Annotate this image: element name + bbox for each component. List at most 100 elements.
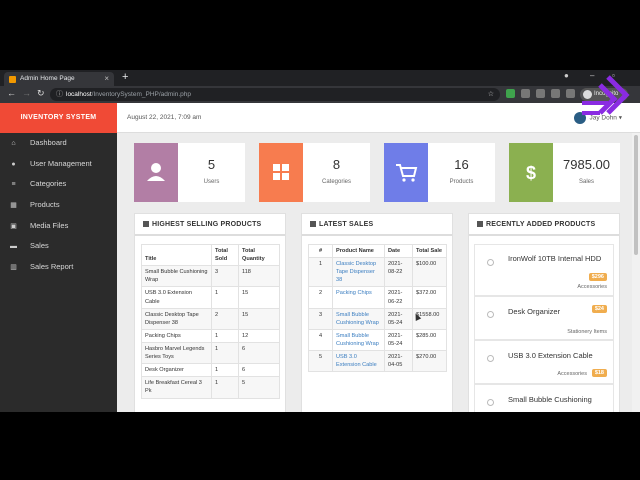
sidebar: INVENTORY SYSTEM ⌂ Dashboard ● User Mana…	[0, 103, 117, 412]
stat-icon-box	[259, 143, 303, 202]
col-number: #	[308, 243, 333, 259]
price-badge: $24	[591, 305, 607, 313]
cell: 1	[211, 341, 239, 365]
sidebar-item-categories[interactable]: ≡ Categories	[0, 174, 117, 195]
product-name: USB 3.0 Extension Cable	[508, 351, 593, 360]
bookmark-star-icon[interactable]: ☆	[488, 88, 494, 101]
cell: USB 3.0 Extension Cable	[141, 286, 212, 309]
bar-chart-icon: ▥	[10, 264, 17, 272]
cell: $100.00	[412, 257, 447, 288]
reload-icon[interactable]: ↻	[37, 88, 45, 99]
new-tab-button[interactable]: +	[122, 71, 128, 83]
product-link[interactable]: USB 3.0 Extension Cable	[332, 350, 385, 373]
extension-icon[interactable]	[551, 89, 560, 98]
table-row: Classic Desktop Tape Dispenser 38 2 15	[141, 307, 280, 330]
url-input[interactable]: ⓘ localhost/InventorySystem_PHP/admin.ph…	[50, 88, 500, 101]
cell: 1	[211, 328, 239, 343]
cell: Packing Chips	[141, 328, 212, 343]
table-wrap: Title Total Sold Total Quantity Small Bu…	[135, 236, 285, 399]
stat-value: 5	[207, 157, 216, 172]
minimize-icon[interactable]: ●	[564, 71, 569, 80]
product-thumbnail	[487, 259, 494, 266]
cart-icon	[396, 164, 418, 182]
table-row: 3 Small Bubble Cushioning Wrap 2021-05-24 $…	[308, 307, 447, 330]
stat-card-users[interactable]: 5 Users	[134, 143, 245, 202]
price-badge: $18	[591, 369, 607, 377]
stat-value: 16	[454, 157, 469, 172]
sidebar-item-sales[interactable]: ▬ Sales	[0, 236, 117, 257]
stat-card-products[interactable]: 16 Products	[384, 143, 495, 202]
sidebar-item-user-management[interactable]: ● User Management	[0, 154, 117, 175]
cell: 2021-04-05	[384, 350, 413, 373]
sidebar-item-media-files[interactable]: ▣ Media Files	[0, 216, 117, 237]
extension-icon[interactable]	[536, 89, 545, 98]
tab-close-icon[interactable]: ×	[104, 72, 109, 86]
cell: 1	[211, 376, 239, 399]
svg-text:$: $	[526, 163, 536, 183]
product-link[interactable]: Classic Desktop Tape Dispenser 38	[332, 257, 385, 288]
product-link[interactable]: Small Bubble Cushioning Wrap	[332, 307, 385, 330]
favicon-icon	[9, 76, 16, 83]
list-item[interactable]: IronWolf 10TB Internal HDD $296 Accessor…	[474, 244, 614, 296]
stat-card-sales[interactable]: $ 7985.00 Sales	[509, 143, 620, 202]
list-item[interactable]: Small Bubble Cushioning	[474, 384, 614, 412]
cell: 2	[211, 307, 239, 330]
user-icon	[147, 163, 165, 181]
col-product-name: Product Name	[332, 243, 385, 259]
brand-logo[interactable]: INVENTORY SYSTEM	[0, 103, 117, 133]
url-host: localhost	[66, 91, 92, 98]
cell: 2021-05-24	[384, 328, 413, 352]
puzzle-icon[interactable]	[566, 89, 575, 98]
sidebar-item-dashboard[interactable]: ⌂ Dashboard	[0, 133, 117, 154]
product-thumbnail	[487, 355, 494, 362]
grid-icon: ▦	[10, 202, 17, 210]
table-header-row: Title Total Sold Total Quantity	[141, 243, 280, 267]
stat-card-categories[interactable]: 8 Categories	[259, 143, 370, 202]
browser-address-bar: ← → ↻ ⓘ localhost/InventorySystem_PHP/ad…	[0, 86, 640, 103]
product-link[interactable]: Packing Chips	[332, 286, 385, 309]
cell: 3	[308, 307, 333, 330]
scrollbar-thumb[interactable]	[634, 135, 638, 255]
current-date: August 22, 2021, 7:09 am	[127, 114, 202, 121]
th-icon	[310, 221, 316, 227]
page-scrollbar[interactable]	[632, 133, 640, 412]
cell: Small Bubble Cushioning Wrap	[141, 265, 212, 288]
cell: 15	[238, 307, 280, 330]
extension-icon[interactable]	[521, 89, 530, 98]
cell: Life Breakfast Cereal 3 Pk	[141, 376, 212, 399]
image-icon: ▣	[10, 222, 17, 230]
list-item[interactable]: Desk Organizer $24 Stationery Items	[474, 296, 614, 340]
site-info-icon[interactable]: ⓘ	[56, 88, 63, 101]
table-row: 5 USB 3.0 Extension Cable 2021-04-05 $270.0…	[308, 350, 447, 373]
list-icon: ≡	[11, 181, 16, 189]
sidebar-item-products[interactable]: ▦ Products	[0, 195, 117, 216]
browser-tab[interactable]: Admin Home Page ×	[4, 72, 114, 86]
cell: 15	[238, 286, 280, 309]
browser-tab-bar: Admin Home Page × + ● – ▫	[0, 70, 640, 86]
cell: $270.00	[412, 350, 447, 373]
extension-icon[interactable]	[506, 89, 515, 98]
sidebar-item-label: Sales Report	[30, 262, 74, 272]
back-icon[interactable]: ←	[7, 88, 16, 98]
latest-sales-panel: LATEST SALES # Product Name Date Total S…	[301, 213, 453, 412]
forward-icon[interactable]: →	[22, 88, 31, 98]
main-content: 5 Users 8 Categories 16 Products $ 7985.…	[117, 133, 632, 412]
sidebar-item-sales-report[interactable]: ▥ Sales Report	[0, 257, 117, 278]
price-badge: $296	[588, 273, 607, 281]
table-row: Desk Organizer 1 6	[141, 363, 280, 378]
table-row: Hasbro Marvel Legends Series Toys 1 6	[141, 341, 280, 365]
table-row: 4 Small Bubble Cushioning Wrap 2021-05-24 $…	[308, 328, 447, 352]
product-link[interactable]: Small Bubble Cushioning Wrap	[332, 328, 385, 352]
product-name: Desk Organizer	[508, 307, 561, 316]
latest-sales-table: # Product Name Date Total Sale 1 Classic …	[308, 243, 447, 373]
product-thumbnail	[487, 311, 494, 318]
list-item[interactable]: USB 3.0 Extension Cable $18 Accessories	[474, 340, 614, 384]
stat-icon-box	[134, 143, 178, 202]
cell: 2021-08-22	[384, 257, 413, 288]
cell: 6	[238, 341, 280, 365]
product-category: Accessories	[577, 284, 607, 290]
stat-icon-box: $	[509, 143, 553, 202]
product-thumbnail	[487, 399, 494, 406]
panel-title-text: HIGHEST SELLING PRODUCTS	[152, 221, 262, 228]
sidebar-item-label: Media Files	[30, 220, 69, 230]
